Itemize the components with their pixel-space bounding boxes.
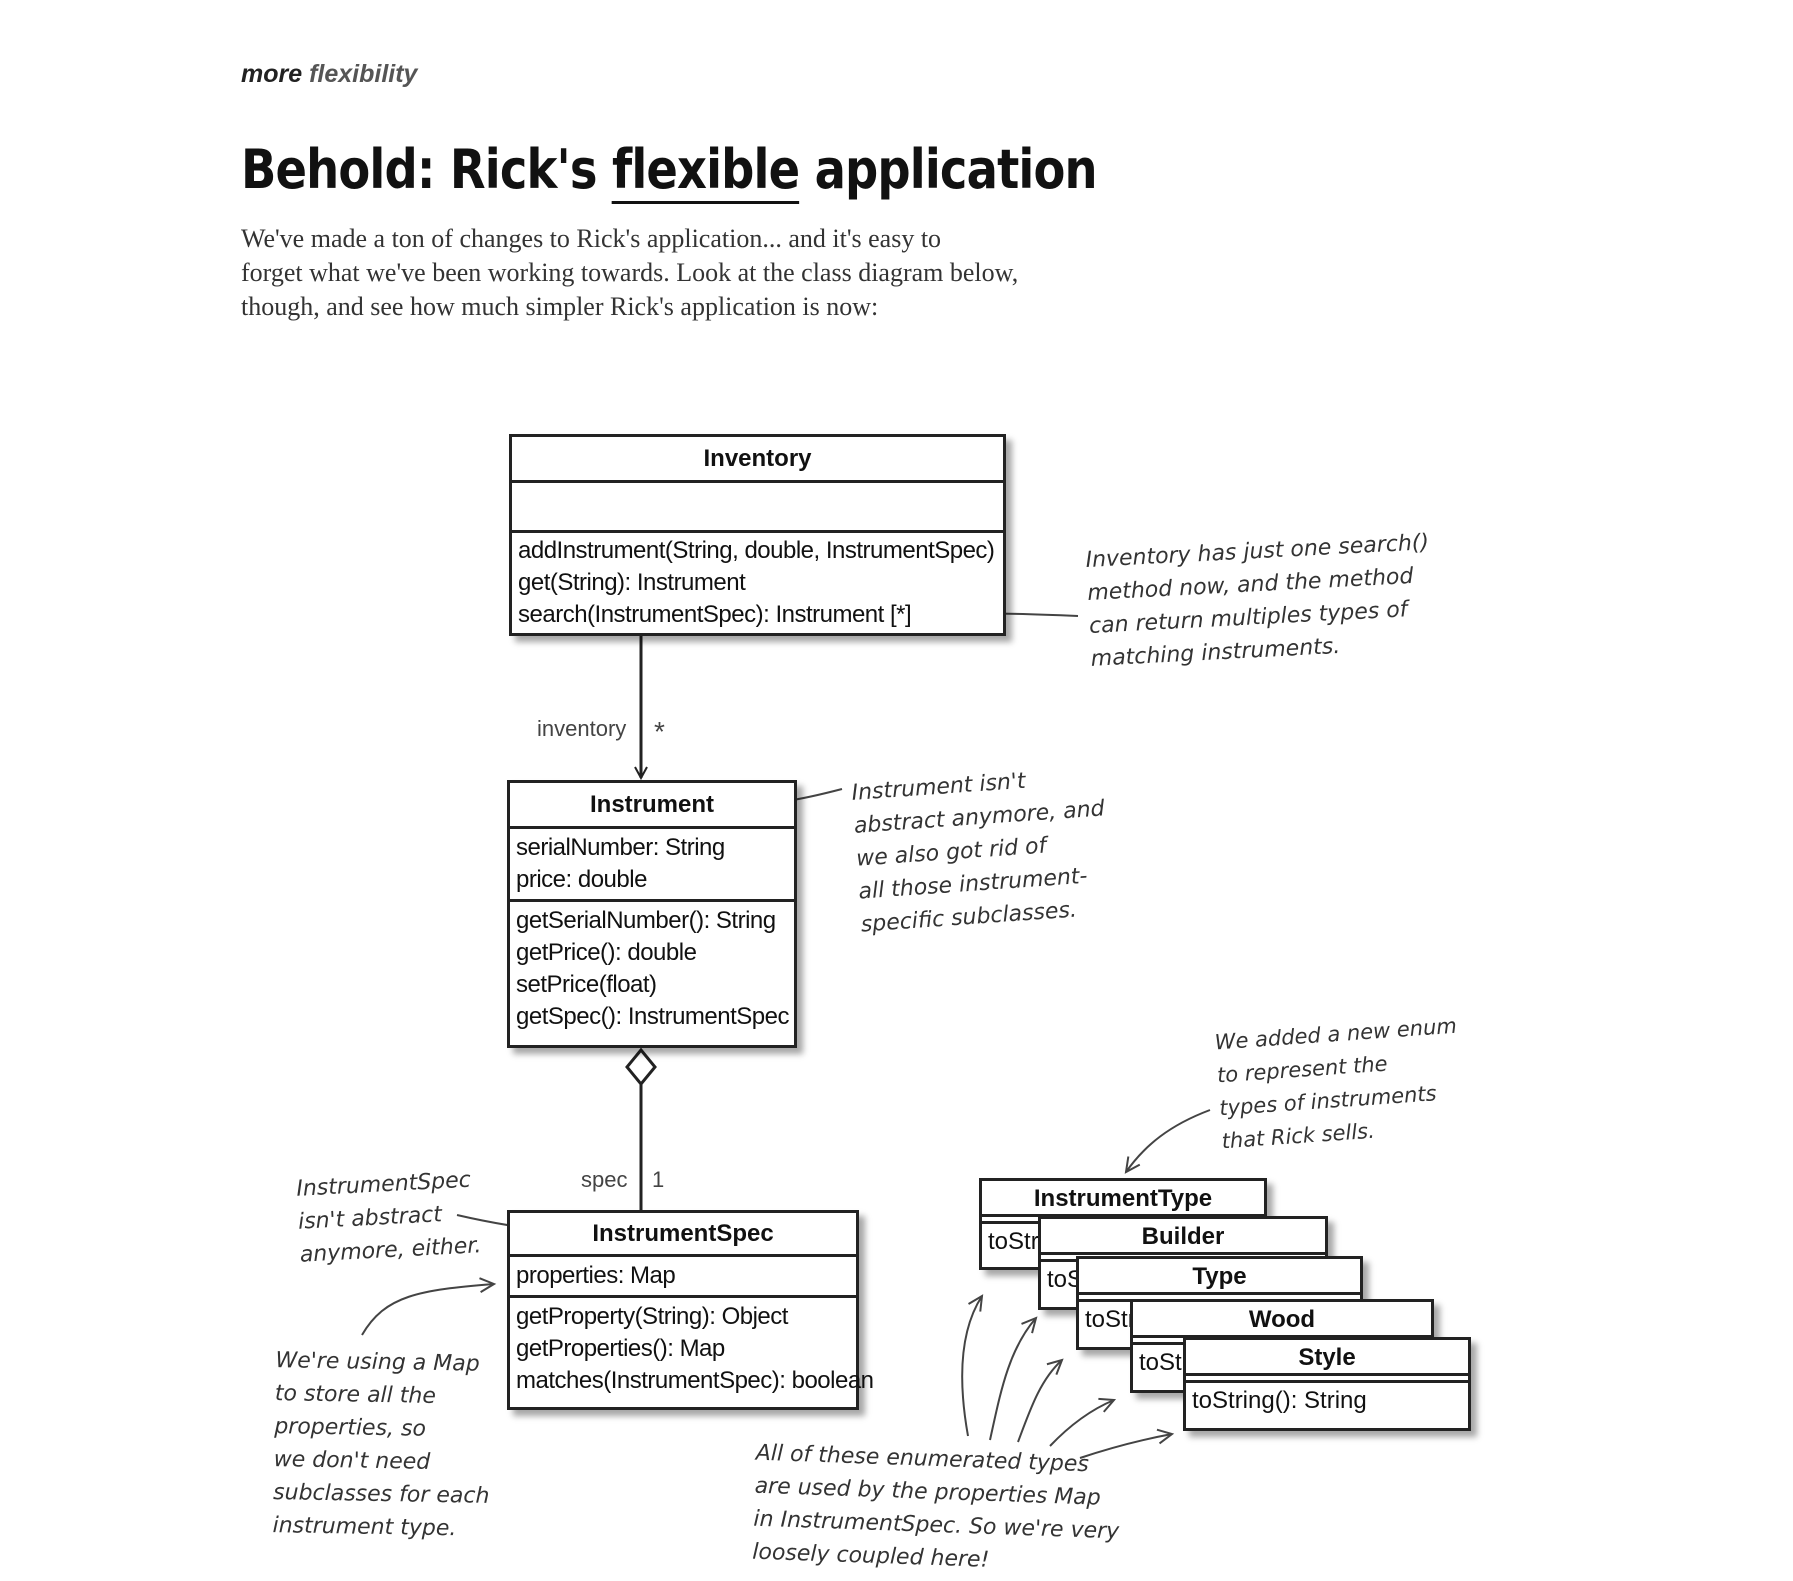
multiplicity-spec: 1 xyxy=(652,1167,665,1192)
enum-style[interactable]: Style toString(): String xyxy=(1183,1337,1471,1431)
inventory-method-3: search(InstrumentSpec): Instrument [*] xyxy=(518,601,912,628)
spec-method-1: getProperty(String): Object xyxy=(516,1303,788,1330)
instrument-attr-1: serialNumber: String xyxy=(516,834,725,861)
enum-wood-name: Wood xyxy=(1133,1302,1431,1338)
multiplicity-inventory: * xyxy=(654,716,665,747)
note-line: we don't need xyxy=(273,1447,431,1475)
class-inventory[interactable]: Inventory addInstrument(String, double, … xyxy=(509,434,1006,636)
note-line: to store all the xyxy=(274,1381,437,1409)
class-instrument-spec[interactable]: InstrumentSpec properties: Map getProper… xyxy=(507,1210,874,1410)
note-line: We're using a Map xyxy=(275,1348,480,1377)
note-spec: InstrumentSpec isn't abstract anymore, e… xyxy=(296,1163,483,1271)
instrument-method-1: getSerialNumber(): String xyxy=(516,907,776,934)
enum-style-method: toString(): String xyxy=(1192,1387,1367,1414)
class-inventory-attributes xyxy=(512,483,1003,533)
class-instrument-attributes: serialNumber: String price: double xyxy=(510,829,794,902)
enum-type-name: Type xyxy=(1079,1259,1360,1295)
instrument-attr-2: price: double xyxy=(516,866,647,893)
spec-method-2: getProperties(): Map xyxy=(516,1335,725,1362)
role-spec: spec xyxy=(581,1167,628,1192)
role-inventory: inventory xyxy=(537,716,627,741)
arrow-enum-note xyxy=(1124,1109,1211,1174)
note-coupling: All of these enumerated types are used b… xyxy=(752,1437,1122,1581)
note-line: subclasses for each xyxy=(272,1480,490,1509)
arrow-map-note xyxy=(361,1277,497,1336)
instrument-method-3: setPrice(float) xyxy=(516,971,657,998)
spec-method-3: matches(InstrumentSpec): boolean xyxy=(516,1367,874,1394)
spec-attr-1: properties: Map xyxy=(516,1262,676,1289)
note-enum: We added a new enum to represent the typ… xyxy=(1214,1010,1465,1159)
enum-separator xyxy=(1186,1376,1468,1383)
note-line: instrument type. xyxy=(272,1513,457,1542)
class-instrument-spec-attributes: properties: Map xyxy=(510,1257,856,1298)
arrow-enum-2 xyxy=(989,1316,1038,1441)
inventory-method-1: addInstrument(String, double, Instrument… xyxy=(518,537,995,564)
class-instrument-spec-name: InstrumentSpec xyxy=(510,1213,856,1257)
instrument-method-2: getPrice(): double xyxy=(516,939,697,966)
enum-instrument-type-name: InstrumentType xyxy=(982,1181,1264,1217)
class-instrument-name: Instrument xyxy=(510,783,794,829)
note-inventory-search: Inventory has just one search() method n… xyxy=(1085,526,1435,676)
arrow-enum-3 xyxy=(1017,1358,1064,1443)
class-instrument-methods: getSerialNumber(): String getPrice(): do… xyxy=(510,902,794,1036)
instrument-method-4: getSpec(): InstrumentSpec xyxy=(516,1003,789,1030)
enum-builder-name: Builder xyxy=(1041,1219,1325,1255)
inventory-method-2: get(String): Instrument xyxy=(518,569,746,596)
arrow-enum-1 xyxy=(961,1294,984,1437)
enum-style-name: Style xyxy=(1186,1340,1468,1376)
note-instrument: Instrument isn't abstract anymore, and w… xyxy=(851,759,1113,941)
aggregation-diamond xyxy=(625,1047,657,1087)
class-instrument[interactable]: Instrument serialNumber: String price: d… xyxy=(507,780,797,1048)
arrow-enum-4 xyxy=(1049,1397,1117,1447)
class-instrument-spec-methods: getProperty(String): Object getPropertie… xyxy=(510,1298,874,1400)
note-line: properties, so xyxy=(274,1414,427,1442)
class-inventory-name: Inventory xyxy=(512,437,1003,483)
class-inventory-methods: addInstrument(String, double, Instrument… xyxy=(512,533,1003,634)
note-map: We're using a Map to store all the prope… xyxy=(272,1344,492,1546)
